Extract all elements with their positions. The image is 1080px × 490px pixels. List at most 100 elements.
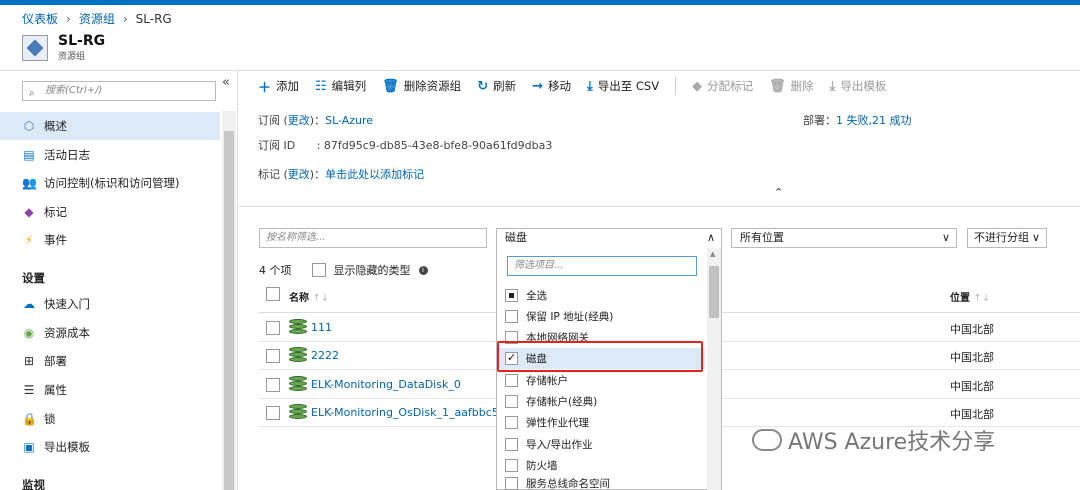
sidebar-section-settings: 设置 xyxy=(22,271,45,285)
sidebar-item-quickstart[interactable]: ☁ 快速入门 xyxy=(0,290,220,318)
option-select-all[interactable]: 全选 xyxy=(497,285,705,306)
row-checkbox[interactable] xyxy=(266,378,280,392)
edit-columns-button[interactable]: ☷ 编辑列 xyxy=(315,78,366,94)
option-checkbox[interactable] xyxy=(505,395,518,408)
export-template-icon: ▣ xyxy=(23,440,35,454)
refresh-button[interactable]: ↻ 刷新 xyxy=(477,78,516,94)
option-label: 全选 xyxy=(526,290,547,302)
option-firewall[interactable]: 防火墙 xyxy=(497,455,705,476)
row-checkbox[interactable] xyxy=(266,349,280,363)
search-icon: ⌕ xyxy=(29,88,35,99)
breadcrumb-separator: › xyxy=(66,11,71,26)
top-accent-bar xyxy=(0,0,1080,5)
option-import-export-job[interactable]: 导入/导出作业 xyxy=(497,434,705,455)
option-checkbox[interactable] xyxy=(505,459,518,472)
delete-resource-group-button[interactable]: 🗑 删除资源组 xyxy=(382,78,461,94)
option-checkbox[interactable] xyxy=(505,476,518,490)
resource-location: 中国北部 xyxy=(950,380,994,393)
change-tags-link[interactable]: 更改 xyxy=(288,168,310,181)
tags-label: 标记 ( xyxy=(258,168,288,181)
column-name-header[interactable]: 名称 ↑↓ xyxy=(289,289,329,304)
tag-icon: ◆ xyxy=(24,205,34,219)
export-csv-label: 导出至 CSV xyxy=(597,79,660,93)
option-service-bus-namespace[interactable]: 服务总线命名空间 xyxy=(497,476,705,490)
row-checkbox[interactable] xyxy=(266,321,280,335)
sidebar-item-properties[interactable]: ☰ 属性 xyxy=(0,376,220,404)
grouping-value: 不进行分组 xyxy=(974,231,1029,244)
show-hidden-checkbox[interactable] xyxy=(311,263,326,277)
option-elastic-job-agent[interactable]: 弹性作业代理 xyxy=(497,412,705,433)
name-filter-input[interactable]: 按名称筛选... xyxy=(259,228,487,248)
option-reserved-ip[interactable]: 保留 IP 地址(经典) xyxy=(497,306,705,327)
sidebar-item-overview[interactable]: ⬡ 概述 xyxy=(0,112,220,140)
delete-label: 删除 xyxy=(790,79,814,93)
option-storage-account[interactable]: 存储帐户 xyxy=(497,370,705,391)
watermark: AWS Azure技术分享 xyxy=(752,424,995,456)
add-button[interactable]: ＋ 添加 xyxy=(258,77,299,96)
lightning-icon: ⚡ xyxy=(24,233,34,247)
resource-name-link[interactable]: 2222 xyxy=(311,349,339,362)
change-subscription-link[interactable]: 更改 xyxy=(288,114,310,127)
resource-name-link[interactable]: ELK-Monitoring_DataDisk_0 xyxy=(311,378,461,391)
sidebar-search-input[interactable]: ⌕ 搜索(Ctrl+/) xyxy=(22,81,216,101)
collapse-essentials-icon[interactable]: ⌃ xyxy=(774,186,783,199)
option-label: 存储帐户(经典) xyxy=(526,396,598,408)
breadcrumb-resource-groups[interactable]: 资源组 xyxy=(79,10,115,27)
row-checkbox[interactable] xyxy=(266,406,280,420)
sort-icon: ↑↓ xyxy=(312,293,330,304)
export-template-button[interactable]: ⤓ 导出模板 xyxy=(830,78,887,94)
cost-icon: ◉ xyxy=(23,326,35,340)
sidebar-scrollbar-thumb[interactable] xyxy=(224,131,234,490)
location-filter-dropdown[interactable]: 所有位置 ∨ xyxy=(731,228,957,248)
delete-button[interactable]: 🗑 删除 xyxy=(769,78,814,94)
resource-name-link[interactable]: ELK-Monitoring_OsDisk_1_aafbbc5e xyxy=(311,406,506,419)
column-name-label: 名称 xyxy=(289,293,309,304)
item-count: 4 个项 xyxy=(259,264,292,277)
option-checkbox[interactable] xyxy=(505,416,518,429)
scroll-up-icon[interactable]: ▲ xyxy=(710,250,715,258)
option-checkbox[interactable] xyxy=(505,374,518,387)
sidebar-item-locks[interactable]: 🔒 锁 xyxy=(0,405,220,433)
panel-scrollbar-thumb[interactable] xyxy=(709,266,719,318)
sidebar-item-tags[interactable]: ◆ 标记 xyxy=(0,198,220,226)
option-checkbox[interactable] xyxy=(505,438,518,451)
page-title: SL-RG xyxy=(58,33,106,49)
sidebar-search-placeholder: 搜索(Ctrl+/) xyxy=(45,85,103,96)
resource-location: 中国北部 xyxy=(950,323,994,336)
location-filter-value: 所有位置 xyxy=(740,231,784,244)
sidebar-item-label: 活动日志 xyxy=(44,148,90,162)
highlight-annotation xyxy=(497,341,703,372)
move-button[interactable]: → 移动 xyxy=(532,78,571,94)
sidebar-section-monitoring: 监视 xyxy=(22,478,45,490)
option-storage-account-classic[interactable]: 存储帐户(经典) xyxy=(497,391,705,412)
resource-name-link[interactable]: 111 xyxy=(311,321,332,334)
export-csv-button[interactable]: ⤓ 导出至 CSV xyxy=(587,78,659,94)
activity-log-icon: ▤ xyxy=(23,148,35,162)
assign-tags-button[interactable]: ◆ 分配标记 xyxy=(692,78,753,94)
collapse-sidebar-icon[interactable]: « xyxy=(222,75,230,90)
sidebar-item-access-control[interactable]: 👥 访问控制(标识和访问管理) xyxy=(0,169,220,197)
command-toolbar: ＋ 添加 ☷ 编辑列 🗑 删除资源组 ↻ 刷新 → 移动 ⤓ 导出至 CSV ◆ 分配标记 🗑… xyxy=(258,71,886,101)
add-tags-link[interactable]: 单击此处以添加标记 xyxy=(325,168,424,181)
sidebar-item-activity-log[interactable]: ▤ 活动日志 xyxy=(0,141,220,169)
sidebar-scrollbar[interactable] xyxy=(222,111,236,490)
breadcrumb-dashboard[interactable]: 仪表板 xyxy=(22,10,58,27)
option-checkbox[interactable] xyxy=(505,289,518,302)
column-location-header[interactable]: 位置 ↑↓ xyxy=(950,289,990,304)
select-all-checkbox[interactable] xyxy=(266,287,280,301)
type-filter-dropdown[interactable]: 磁盘 ∧ xyxy=(496,228,722,248)
sidebar-item-cost[interactable]: ◉ 资源成本 xyxy=(0,319,220,347)
deployments-link[interactable]: 1 失败,21 成功 xyxy=(836,114,912,127)
sidebar-item-events[interactable]: ⚡ 事件 xyxy=(0,226,220,254)
sidebar-item-export-template[interactable]: ▣ 导出模板 xyxy=(0,433,220,461)
subscription-id-row: 订阅 ID : 87fd95c9-db85-43e8-bfe8-90a61fd9… xyxy=(258,139,553,152)
panel-scrollbar[interactable]: ▲ xyxy=(707,248,721,490)
sidebar-item-deployments[interactable]: ⊞ 部署 xyxy=(0,347,220,375)
subscription-link[interactable]: SL-Azure xyxy=(325,114,373,127)
filter-items-input[interactable]: 筛选项目... xyxy=(507,256,697,276)
info-icon[interactable]: i xyxy=(418,265,428,275)
grouping-dropdown[interactable]: 不进行分组 ∨ xyxy=(967,228,1047,248)
option-checkbox[interactable] xyxy=(505,310,518,323)
lock-icon: 🔒 xyxy=(22,412,37,426)
download-icon: ⤓ xyxy=(829,78,836,94)
